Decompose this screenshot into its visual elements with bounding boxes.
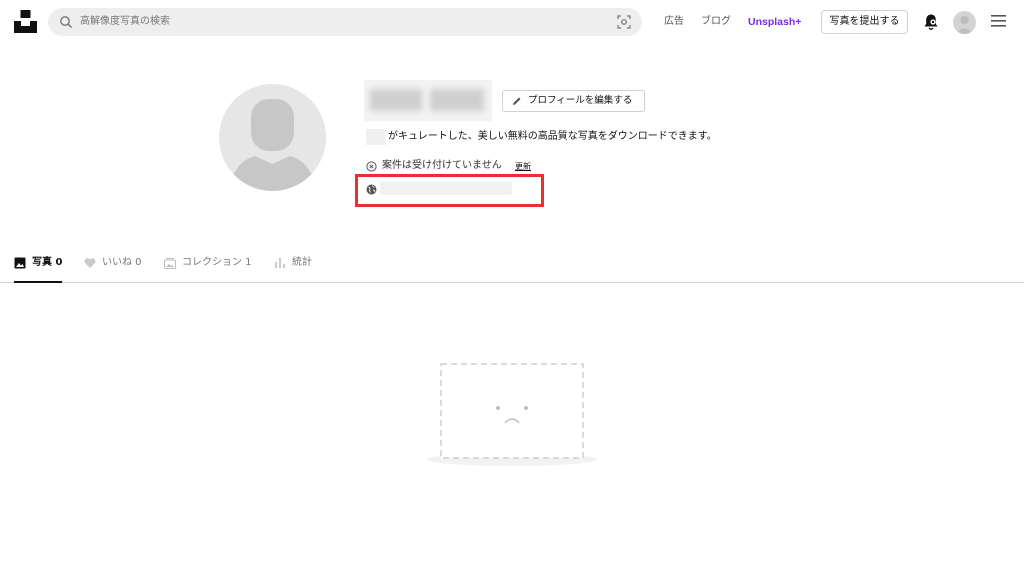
collection-icon: [164, 258, 176, 269]
submit-photo-button[interactable]: 写真を提出する: [821, 10, 908, 34]
not-available-icon: [366, 161, 377, 172]
profile-name: [364, 80, 492, 121]
heart-icon: [84, 258, 96, 268]
search-input[interactable]: 高解像度写真の検索: [80, 15, 170, 29]
hire-status: 案件は受け付けていません: [382, 160, 502, 171]
search-bar[interactable]: 高解像度写真の検索: [48, 8, 642, 36]
nav-ads-link[interactable]: 広告: [664, 15, 684, 29]
unsplash-logo[interactable]: [14, 10, 37, 33]
lens-icon[interactable]: [617, 15, 631, 29]
nav-unsplash-plus-link[interactable]: Unsplash+: [748, 15, 801, 29]
highlight-annotation: [355, 174, 544, 207]
avatar-placeholder-icon: [229, 99, 316, 191]
update-link[interactable]: 更新: [515, 161, 531, 173]
tab-label: コレクション 1: [182, 257, 252, 268]
pencil-icon: [513, 97, 521, 105]
active-tab-indicator: [14, 281, 62, 283]
profile-avatar[interactable]: [219, 84, 326, 191]
photo-icon: [14, 257, 26, 269]
avatar[interactable]: [953, 11, 976, 34]
empty-state-illustration: [440, 363, 584, 459]
username-redacted: [366, 129, 386, 145]
tab-label: 写真 0: [32, 257, 63, 268]
tab-label: いいね 0: [102, 257, 142, 268]
stats-icon: [275, 258, 285, 268]
edit-profile-button[interactable]: プロフィールを編集する: [502, 90, 645, 112]
tab-label: 統計: [292, 257, 312, 268]
edit-profile-label: プロフィールを編集する: [528, 95, 633, 106]
bell-icon[interactable]: [923, 13, 939, 31]
profile-bio: がキュレートした、美しい無料の高品質な写真をダウンロードできます。: [388, 131, 717, 142]
name-blur-part: [370, 89, 422, 111]
menu-icon[interactable]: [991, 15, 1006, 27]
avatar-silhouette-icon: [956, 15, 973, 34]
top-navbar: 高解像度写真の検索 広告 ブログ Unsplash+ 写真を提出する: [0, 0, 1024, 44]
tab-divider: [0, 282, 1024, 283]
name-blur-part: [430, 89, 484, 111]
search-icon: [60, 16, 73, 29]
nav-blog-link[interactable]: ブログ: [701, 15, 731, 29]
